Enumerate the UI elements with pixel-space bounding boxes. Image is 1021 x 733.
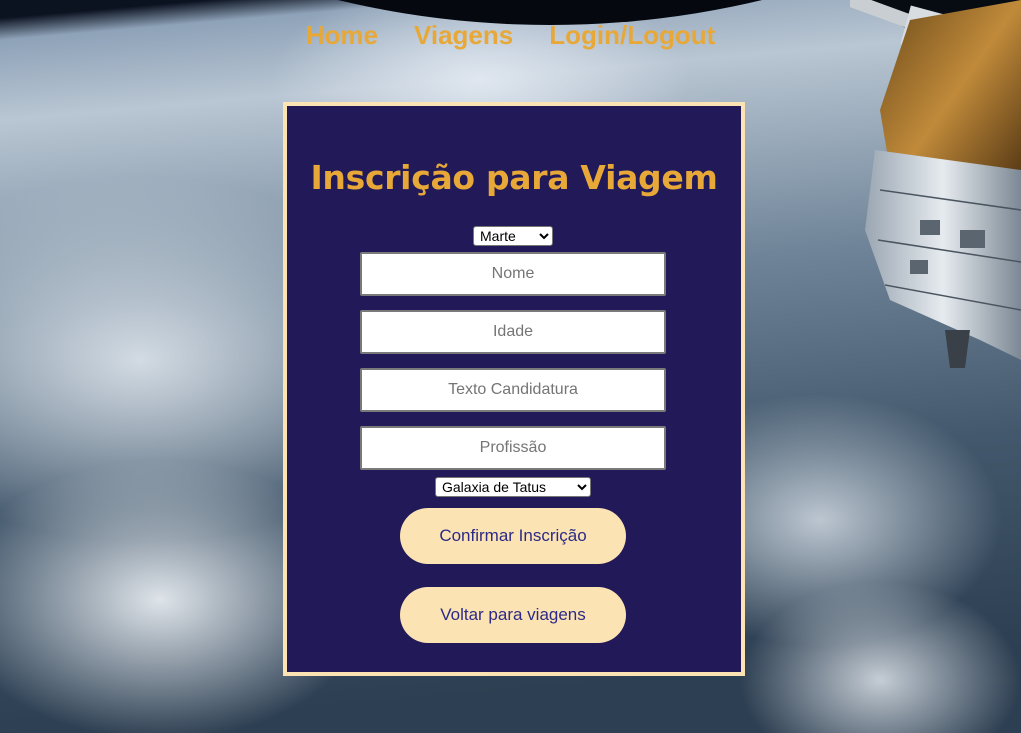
- idade-input[interactable]: [360, 310, 666, 354]
- space-station-image: [850, 0, 1021, 368]
- profissao-input[interactable]: [360, 426, 666, 470]
- form-title: Inscrição para Viagem: [310, 158, 718, 197]
- destination-select[interactable]: Marte: [473, 226, 553, 246]
- confirm-signup-button[interactable]: Confirmar Inscrição: [400, 508, 626, 564]
- nav-home-link[interactable]: Home: [306, 20, 378, 51]
- back-to-trips-button[interactable]: Voltar para viagens: [400, 587, 626, 643]
- nome-input[interactable]: [360, 252, 666, 296]
- origin-select[interactable]: Galaxia de Tatus: [435, 477, 591, 497]
- texto-candidatura-input[interactable]: [360, 368, 666, 412]
- nav-viagens-link[interactable]: Viagens: [414, 20, 513, 51]
- nav-login-logout-link[interactable]: Login/Logout: [549, 20, 715, 51]
- top-navigation: Home Viagens Login/Logout: [0, 20, 1021, 51]
- signup-form-card: Inscrição para Viagem Marte Galaxia de T…: [283, 102, 745, 676]
